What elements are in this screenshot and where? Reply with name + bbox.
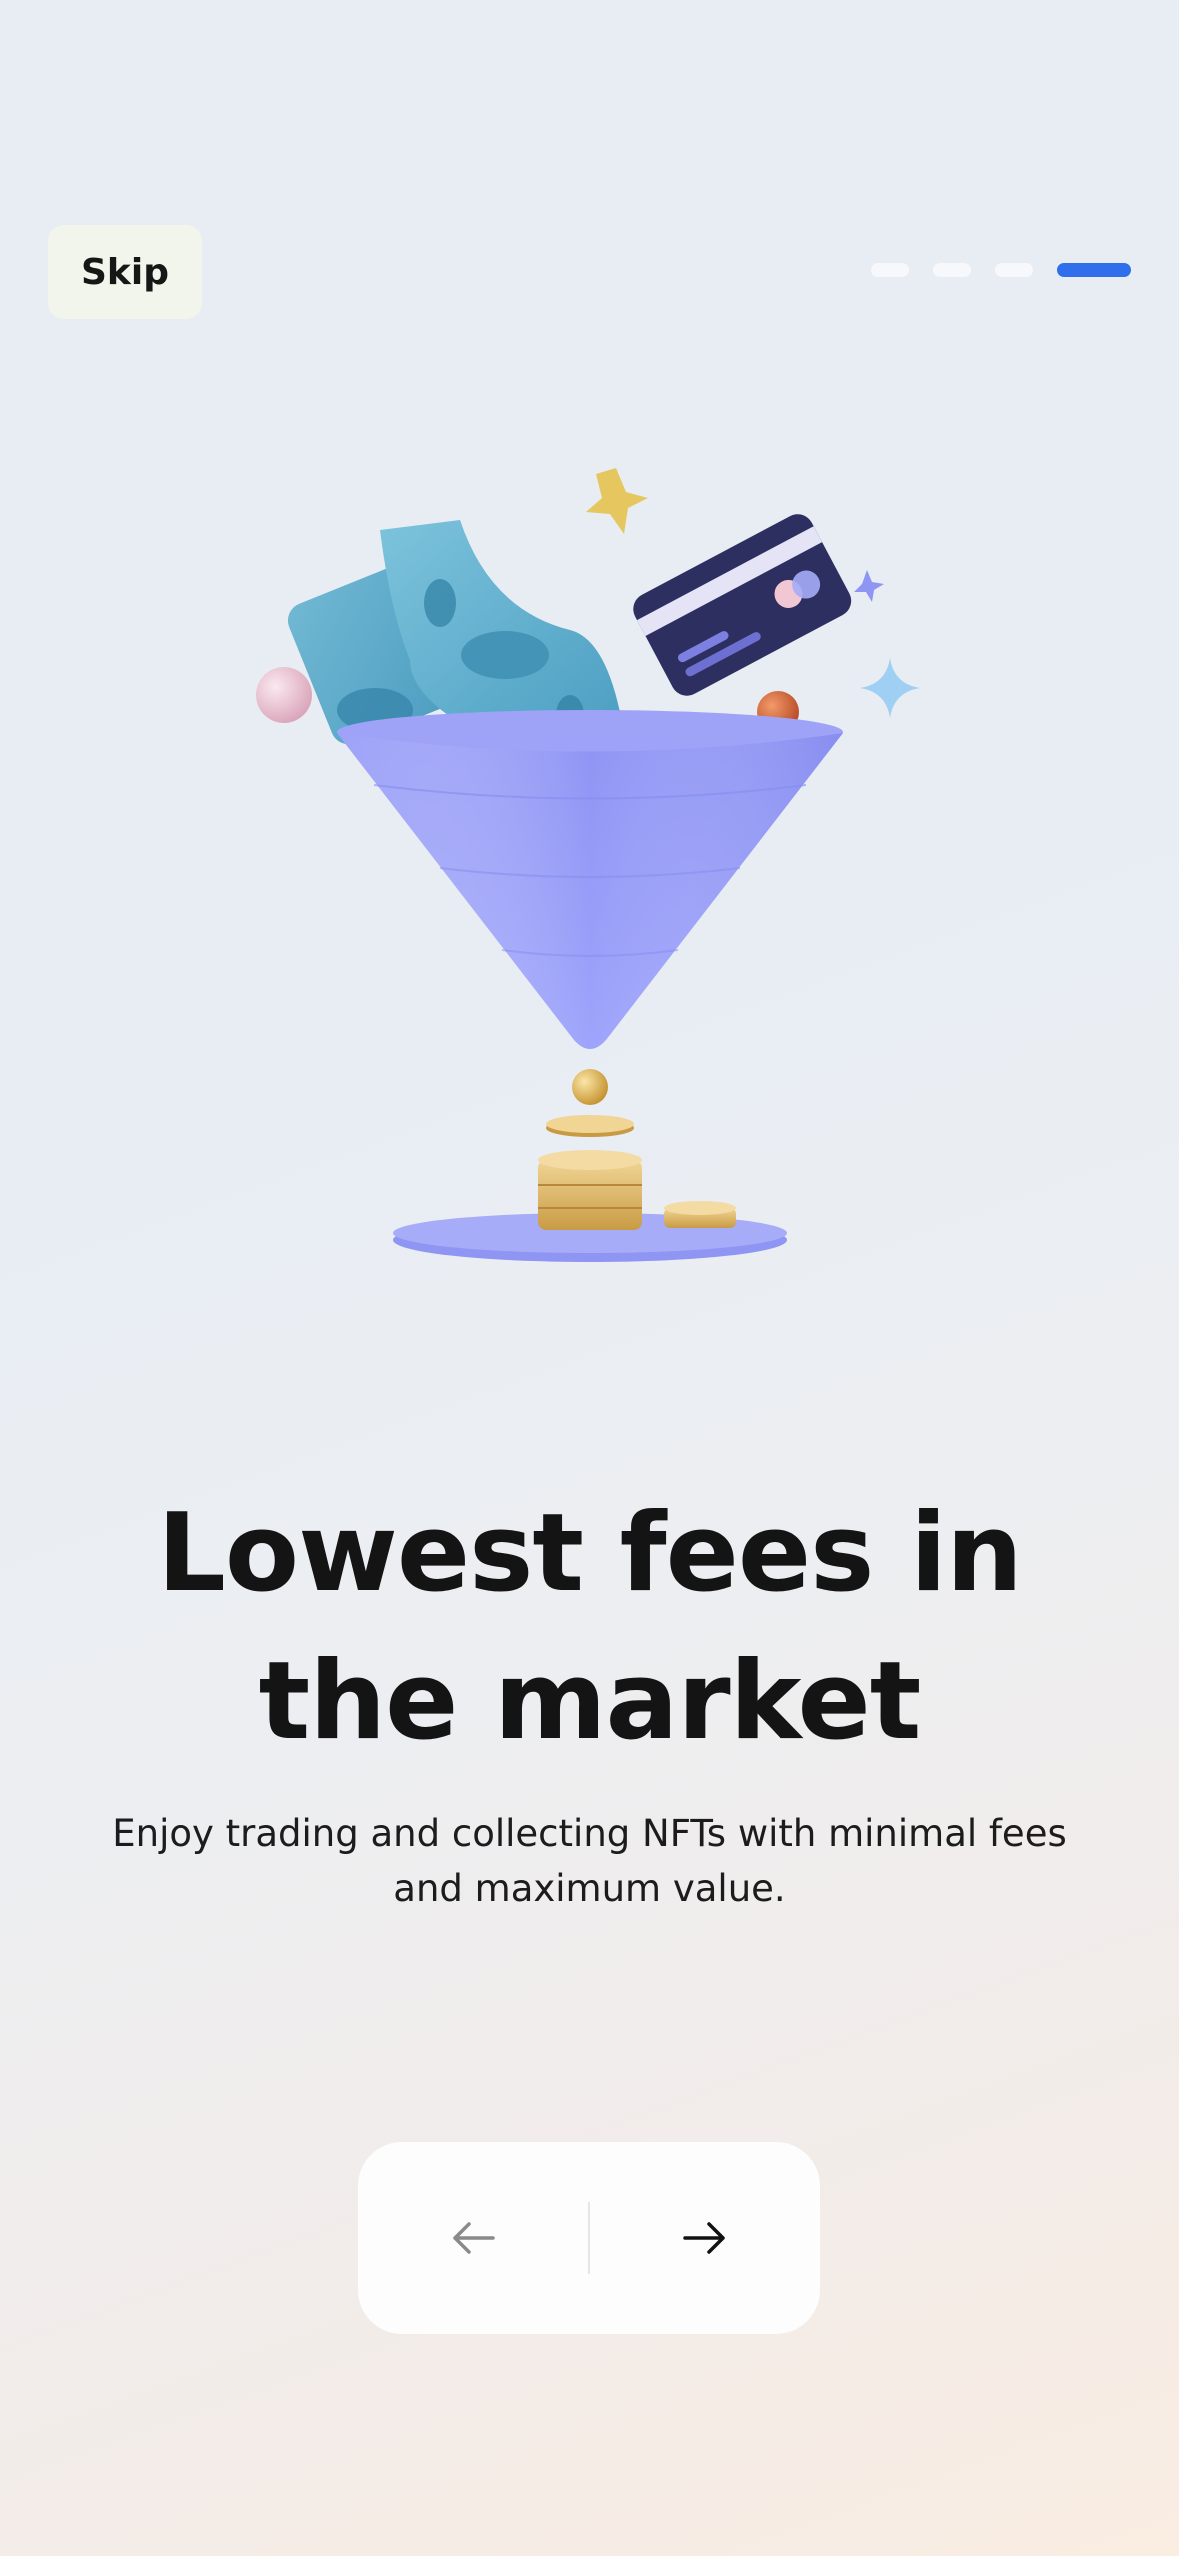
next-button[interactable]	[590, 2142, 820, 2334]
pager-dot-1	[871, 263, 909, 277]
arrow-right-icon	[683, 2222, 725, 2254]
title-line-1: Lowest fees in	[157, 1491, 1023, 1616]
subtitle-line-2: and maximum value.	[393, 1867, 786, 1910]
skip-button[interactable]: Skip	[48, 225, 202, 319]
pager-dot-4-active	[1057, 263, 1131, 277]
pager-dot-3	[995, 263, 1033, 277]
pager-dot-2	[933, 263, 971, 277]
funnel-illustration	[256, 468, 920, 1262]
title-line-2: the market	[258, 1639, 922, 1764]
arrow-left-icon	[453, 2222, 495, 2254]
page-subtitle: Enjoy trading and collecting NFTs with m…	[70, 1806, 1109, 1916]
navigation-card	[358, 2142, 820, 2334]
subtitle-line-1: Enjoy trading and collecting NFTs with m…	[112, 1812, 1067, 1855]
onboarding-pager	[871, 263, 1131, 277]
back-button[interactable]	[358, 2142, 588, 2334]
page-title: Lowest fees in the market	[0, 1480, 1179, 1776]
